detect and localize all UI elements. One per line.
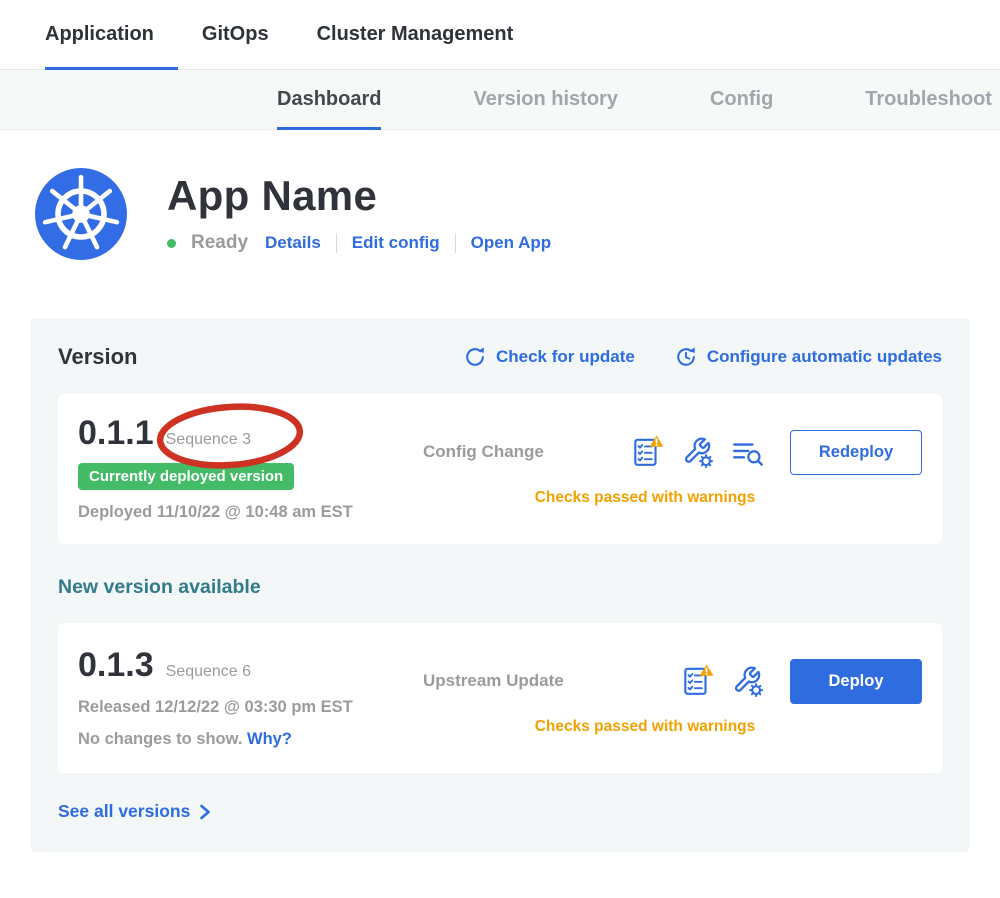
nav-tab-application[interactable]: Application [45, 0, 154, 69]
current-version-card: 0.1.1 Sequence 3 Currently deployed vers… [58, 394, 942, 544]
configure-updates-link[interactable]: Configure automatic updates [675, 346, 942, 368]
deploy-button[interactable]: Deploy [790, 659, 922, 704]
new-version-heading: New version available [58, 576, 942, 599]
released-timestamp: Released 12/12/22 @ 03:30 pm EST [78, 698, 423, 717]
app-status-row: Ready Details Edit config Open App [167, 232, 551, 254]
divider [455, 233, 456, 253]
scheduled-update-icon [675, 346, 697, 368]
see-all-versions-label: See all versions [58, 801, 190, 822]
details-link[interactable]: Details [265, 233, 321, 253]
open-app-link[interactable]: Open App [471, 233, 552, 253]
app-subnav: Dashboard Version history Config Trouble… [0, 70, 1000, 130]
why-link[interactable]: Why? [247, 730, 292, 748]
file-search-icon[interactable] [730, 435, 764, 469]
available-version-card: 0.1.3 Sequence 6 Released 12/12/22 @ 03:… [58, 623, 942, 773]
tab-dashboard[interactable]: Dashboard [277, 70, 381, 129]
edit-config-link[interactable]: Edit config [352, 233, 440, 253]
page-title: App Name [167, 174, 551, 218]
app-header: App Name Ready Details Edit config Open … [0, 130, 1000, 260]
available-version-sequence: Sequence 6 [166, 663, 251, 681]
version-panel: Version Check for update [30, 318, 970, 852]
version-section-title: Version [58, 344, 137, 370]
wrench-gear-icon[interactable] [680, 435, 714, 469]
tab-config[interactable]: Config [710, 70, 773, 129]
no-changes-text: No changes to show. [78, 730, 242, 748]
checklist-warning-icon[interactable] [630, 435, 664, 469]
no-changes-row: No changes to show. Why? [78, 730, 423, 749]
status-dot [167, 239, 176, 248]
app-status: Ready [191, 232, 248, 254]
check-for-update-label: Check for update [496, 347, 635, 367]
version-source-label: Upstream Update [423, 671, 603, 691]
check-for-update-link[interactable]: Check for update [464, 346, 635, 368]
tab-troubleshoot[interactable]: Troubleshoot [865, 70, 992, 129]
version-source-label: Config Change [423, 442, 603, 462]
current-version-sequence: Sequence 3 [166, 431, 251, 449]
configure-updates-label: Configure automatic updates [707, 347, 942, 367]
version-panel-header: Version Check for update [58, 344, 942, 370]
deployed-timestamp: Deployed 11/10/22 @ 10:48 am EST [78, 503, 423, 522]
available-checks-status: Checks passed with warnings [423, 718, 922, 736]
wrench-gear-icon[interactable] [730, 664, 764, 698]
primary-nav: Application GitOps Cluster Management [0, 0, 1000, 70]
tab-version-history[interactable]: Version history [473, 70, 618, 129]
current-checks-status: Checks passed with warnings [423, 489, 922, 507]
deployed-badge: Currently deployed version [78, 463, 294, 490]
available-version-number: 0.1.3 [78, 646, 154, 685]
checklist-warning-icon[interactable] [680, 664, 714, 698]
chevron-right-icon [199, 804, 211, 820]
current-version-number: 0.1.1 [78, 414, 154, 453]
nav-tab-cluster-management[interactable]: Cluster Management [317, 0, 514, 69]
refresh-icon [464, 346, 486, 368]
see-all-versions-link[interactable]: See all versions [58, 801, 211, 822]
redeploy-button[interactable]: Redeploy [790, 430, 922, 475]
nav-tab-gitops[interactable]: GitOps [202, 0, 269, 69]
kubernetes-logo [35, 168, 127, 260]
divider [336, 233, 337, 253]
